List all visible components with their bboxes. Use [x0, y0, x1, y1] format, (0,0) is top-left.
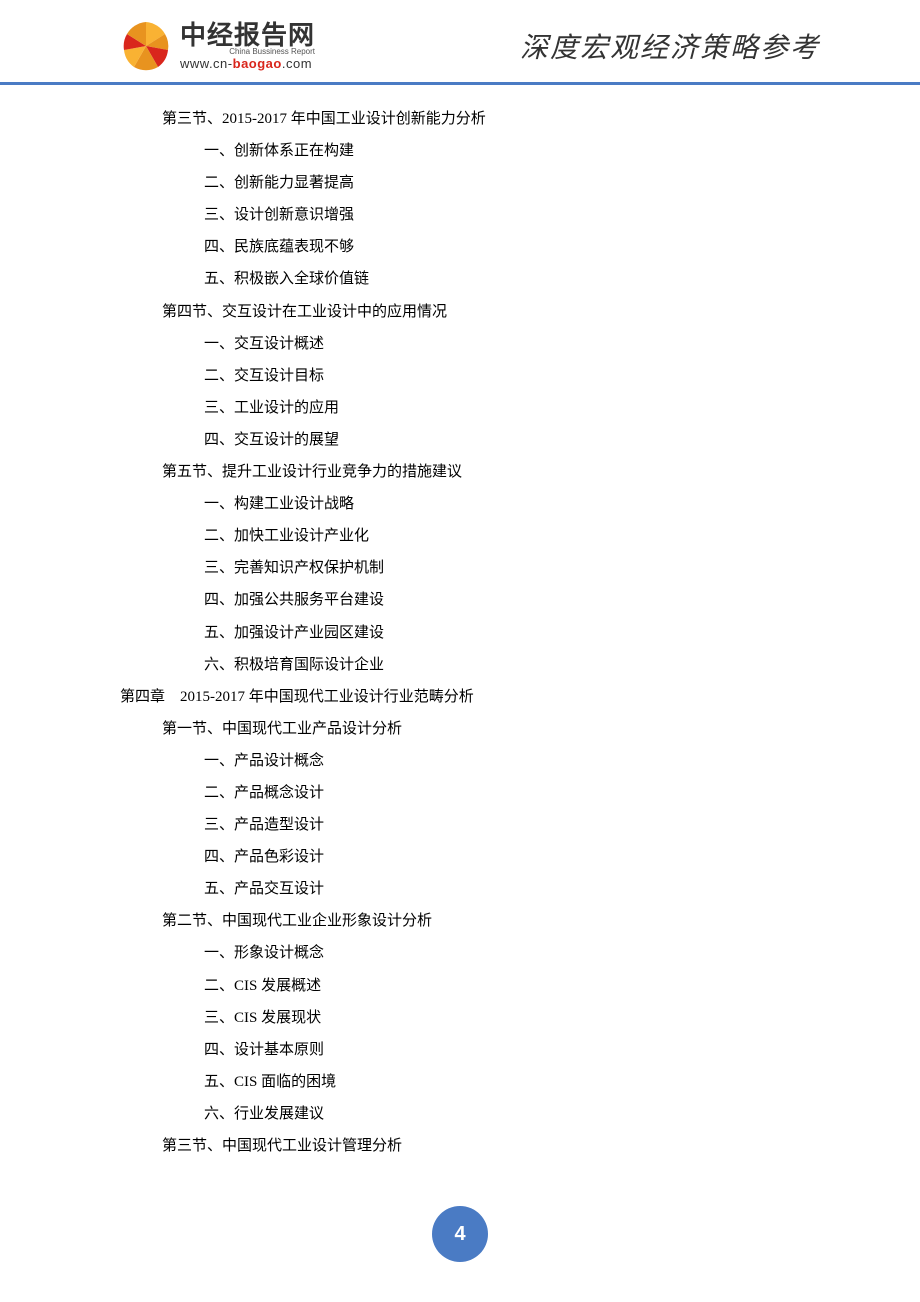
logo-title: 中经报告网	[180, 21, 315, 50]
toc-entry: 第一节、中国现代工业产品设计分析	[120, 713, 800, 745]
toc-entry: 四、民族底蕴表现不够	[120, 231, 800, 263]
toc-entry: 二、CIS 发展概述	[120, 970, 800, 1002]
page-number: 4	[454, 1223, 465, 1246]
toc-entry: 二、加快工业设计产业化	[120, 520, 800, 552]
toc-entry: 六、行业发展建议	[120, 1098, 800, 1130]
toc-entry: 二、产品概念设计	[120, 777, 800, 809]
toc-entry: 五、产品交互设计	[120, 873, 800, 905]
toc-entry: 五、CIS 面临的困境	[120, 1066, 800, 1098]
toc-entry: 第三节、2015-2017 年中国工业设计创新能力分析	[120, 103, 800, 135]
page-number-badge: 4	[432, 1206, 488, 1262]
logo-area: 中经报告网 China Bussiness Report www.cn-baog…	[120, 20, 315, 72]
logo-icon	[120, 20, 172, 72]
toc-entry: 四、加强公共服务平台建设	[120, 584, 800, 616]
toc-entry: 第三节、中国现代工业设计管理分析	[120, 1130, 800, 1162]
toc-entry: 五、加强设计产业园区建设	[120, 617, 800, 649]
toc-entry: 一、形象设计概念	[120, 937, 800, 969]
toc-entry: 六、积极培育国际设计企业	[120, 649, 800, 681]
toc-entry: 一、构建工业设计战略	[120, 488, 800, 520]
toc-content: 第三节、2015-2017 年中国工业设计创新能力分析 一、创新体系正在构建 二…	[0, 103, 920, 1162]
toc-entry: 第五节、提升工业设计行业竞争力的措施建议	[120, 456, 800, 488]
toc-entry: 一、交互设计概述	[120, 328, 800, 360]
toc-entry: 二、创新能力显著提高	[120, 167, 800, 199]
toc-entry: 三、完善知识产权保护机制	[120, 552, 800, 584]
toc-entry: 五、积极嵌入全球价值链	[120, 263, 800, 295]
toc-entry: 第四章 2015-2017 年中国现代工业设计行业范畴分析	[120, 681, 800, 713]
toc-entry: 一、产品设计概念	[120, 745, 800, 777]
toc-entry: 二、交互设计目标	[120, 360, 800, 392]
toc-entry: 四、交互设计的展望	[120, 424, 800, 456]
logo-url: www.cn-baogao.com	[180, 57, 315, 71]
toc-entry: 四、产品色彩设计	[120, 841, 800, 873]
page-header: 中经报告网 China Bussiness Report www.cn-baog…	[0, 0, 920, 85]
toc-entry: 第二节、中国现代工业企业形象设计分析	[120, 905, 800, 937]
toc-entry: 三、CIS 发展现状	[120, 1002, 800, 1034]
toc-entry: 一、创新体系正在构建	[120, 135, 800, 167]
toc-entry: 第四节、交互设计在工业设计中的应用情况	[120, 296, 800, 328]
toc-entry: 三、设计创新意识增强	[120, 199, 800, 231]
toc-entry: 三、产品造型设计	[120, 809, 800, 841]
header-slogan: 深度宏观经济策略参考	[520, 26, 820, 66]
logo-text: 中经报告网 China Bussiness Report www.cn-baog…	[180, 21, 315, 71]
toc-entry: 四、设计基本原则	[120, 1034, 800, 1066]
toc-entry: 三、工业设计的应用	[120, 392, 800, 424]
